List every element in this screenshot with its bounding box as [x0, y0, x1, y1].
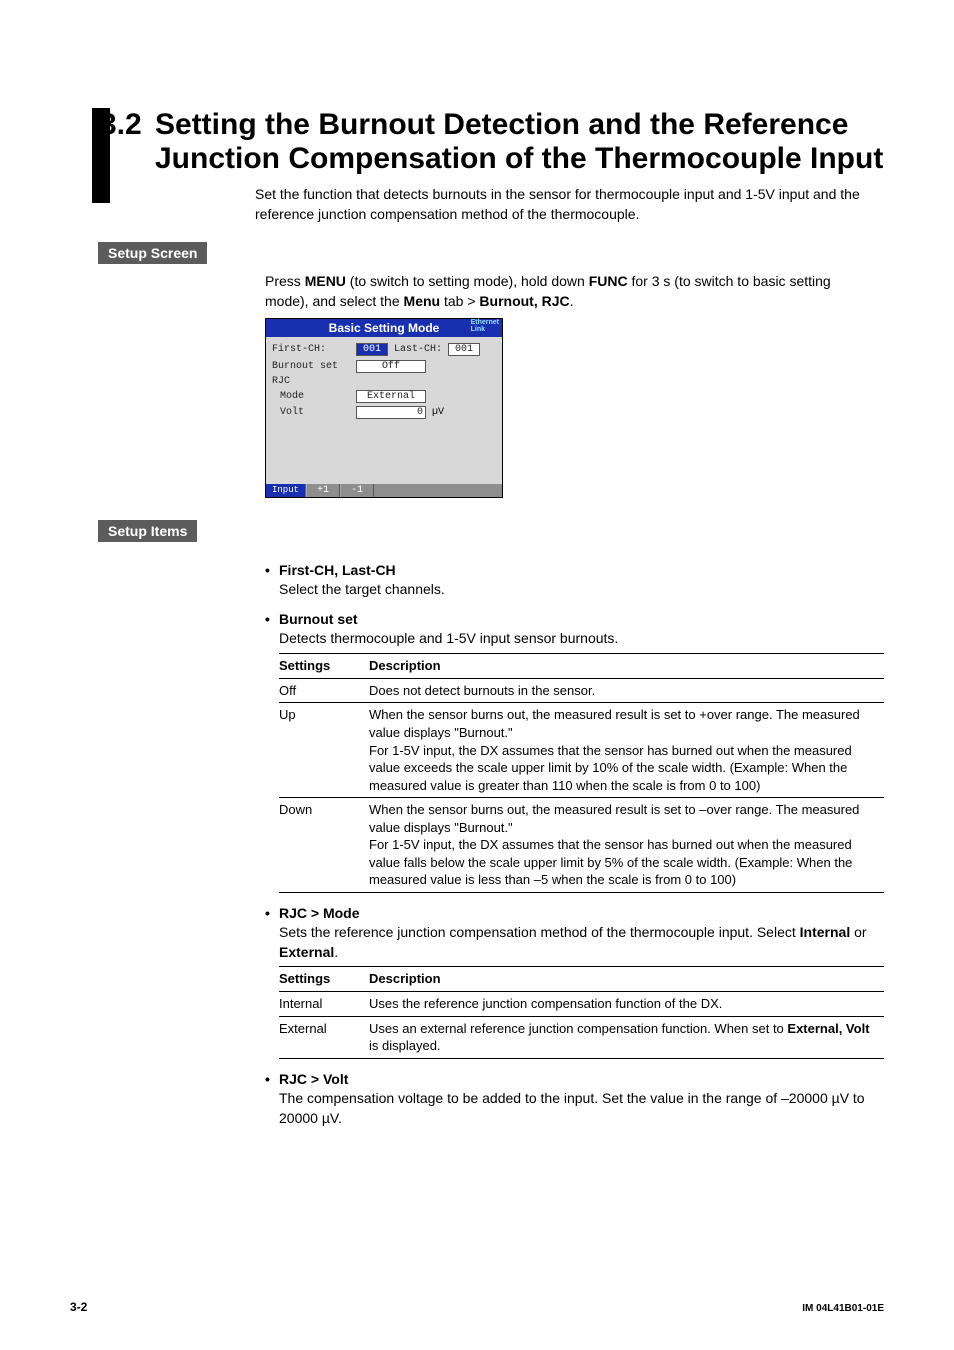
item-title: RJC > Volt [265, 1071, 884, 1087]
volt-unit: µV [432, 407, 444, 418]
screenshot-title: Basic Setting Mode [329, 321, 440, 335]
item-rjc-mode: RJC > Mode Sets the reference junction c… [265, 905, 884, 1059]
page: 3.2 Setting the Burnout Detection and th… [0, 0, 954, 1350]
text: Press [265, 273, 305, 289]
first-ch-field[interactable]: 001 [356, 343, 388, 356]
section-title: Setting the Burnout Detection and the Re… [155, 108, 884, 175]
item-rjc-volt: RJC > Volt The compensation voltage to b… [265, 1071, 884, 1128]
text: . [570, 293, 574, 309]
col-description: Description [369, 967, 884, 992]
rjc-label: RJC [272, 376, 356, 387]
item-title: RJC > Mode [265, 905, 884, 921]
section-number: 3.2 [70, 108, 155, 141]
volt-label: Volt [272, 407, 356, 418]
internal-bold: Internal [800, 924, 851, 940]
page-number: 3-2 [70, 1300, 87, 1314]
menu-tab: Menu [404, 293, 441, 309]
func-key: FUNC [589, 273, 628, 289]
intro-paragraph: Set the function that detects burnouts i… [255, 185, 884, 224]
screenshot-title-bar: Basic Setting Mode EthernetLink [266, 319, 502, 337]
cell-desc: When the sensor burns out, the measured … [369, 703, 884, 798]
mode-field[interactable]: External [356, 390, 426, 403]
burnout-field[interactable]: Off [356, 360, 426, 373]
plus-one-button[interactable]: +1 [306, 484, 340, 497]
section-bar [92, 108, 110, 203]
last-ch-label: Last-CH: [394, 344, 448, 355]
external-bold: External [279, 944, 334, 960]
item-title: First-CH, Last-CH [265, 562, 884, 578]
item-burnout-set: Burnout set Detects thermocouple and 1-5… [265, 611, 884, 893]
section-heading: 3.2 Setting the Burnout Detection and th… [70, 108, 884, 175]
screenshot-footer: Input +1 -1 [266, 484, 502, 497]
col-settings: Settings [279, 653, 369, 678]
burnout-table: Settings Description Off Does not detect… [279, 653, 884, 893]
cell-desc: Uses the reference junction compensation… [369, 992, 884, 1017]
minus-one-button[interactable]: -1 [340, 484, 374, 497]
burnout-label: Burnout set [272, 361, 356, 372]
item-desc: Sets the reference junction compensation… [279, 923, 884, 962]
last-ch-field[interactable]: 001 [448, 343, 480, 356]
cell-setting: Down [279, 798, 369, 893]
cell-setting: Off [279, 678, 369, 703]
item-title: Burnout set [265, 611, 884, 627]
text: tab > [440, 293, 479, 309]
doc-id: IM 04L41B01-01E [802, 1303, 884, 1314]
rjc-mode-table: Settings Description Internal Uses the r… [279, 966, 884, 1059]
col-description: Description [369, 653, 884, 678]
table-row: Off Does not detect burnouts in the sens… [279, 678, 884, 703]
item-desc: The compensation voltage to be added to … [279, 1089, 884, 1128]
ethernet-icon: EthernetLink [471, 319, 499, 333]
setup-screen-heading: Setup Screen [98, 242, 207, 264]
device-screenshot: Basic Setting Mode EthernetLink First-CH… [265, 318, 503, 498]
setup-items-heading: Setup Items [98, 520, 197, 542]
setup-screen-instruction: Press MENU (to switch to setting mode), … [265, 272, 874, 311]
cell-desc: Does not detect burnouts in the sensor. [369, 678, 884, 703]
cell-setting: Up [279, 703, 369, 798]
text: Sets the reference junction compensation… [279, 924, 800, 940]
first-ch-label: First-CH: [272, 344, 356, 355]
cell-setting: Internal [279, 992, 369, 1017]
item-first-last: First-CH, Last-CH Select the target chan… [265, 562, 884, 600]
menu-path: Burnout, RJC [479, 293, 569, 309]
cell-desc: When the sensor burns out, the measured … [369, 798, 884, 893]
item-desc: Select the target channels. [279, 580, 884, 600]
cell-setting: External [279, 1016, 369, 1058]
mode-label: Mode [272, 391, 356, 402]
input-tab[interactable]: Input [266, 484, 306, 497]
table-row: Internal Uses the reference junction com… [279, 992, 884, 1017]
text: or [850, 924, 866, 940]
text: (to switch to setting mode), hold down [346, 273, 589, 289]
item-desc: Detects thermocouple and 1-5V input sens… [279, 629, 884, 649]
table-row: Up When the sensor burns out, the measur… [279, 703, 884, 798]
screenshot-body: First-CH: 001 Last-CH: 001 Burnout set O… [266, 337, 502, 484]
cell-desc: Uses an external reference junction comp… [369, 1016, 884, 1058]
col-settings: Settings [279, 967, 369, 992]
text: . [334, 944, 338, 960]
table-row: External Uses an external reference junc… [279, 1016, 884, 1058]
table-row: Down When the sensor burns out, the meas… [279, 798, 884, 893]
volt-field[interactable]: 0 [356, 406, 426, 419]
menu-key: MENU [305, 273, 346, 289]
